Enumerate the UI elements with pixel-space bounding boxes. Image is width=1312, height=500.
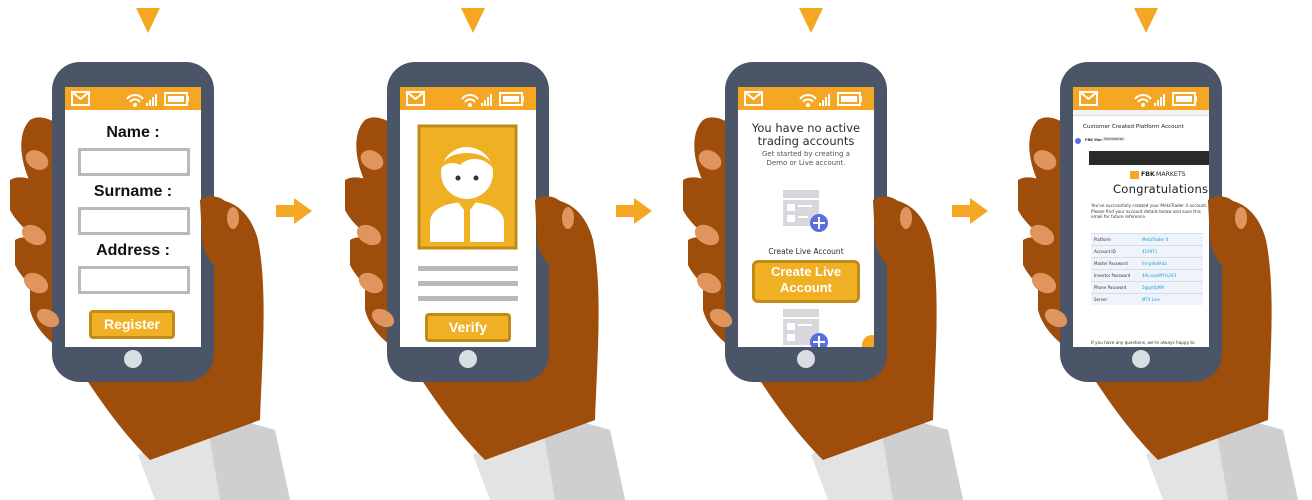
step-create-account-panel: You have no active trading accounts Get … (673, 0, 1003, 500)
hand-thumb (21, 150, 239, 328)
arrow-right-icon (616, 198, 652, 224)
registration-flow-diagram: Name : Surname : Address : Register Veri… (0, 0, 1312, 500)
hand-thumb (356, 150, 574, 328)
arrow-right-icon (276, 198, 312, 224)
hand-thumb (1029, 150, 1247, 328)
arrow-right-icon (952, 198, 988, 224)
step-confirmation-email-panel: Customer Created Platform Account FBK Ma… (1008, 0, 1312, 500)
step-verify-panel: Verify (335, 0, 665, 500)
hand-thumb (694, 150, 912, 328)
step-register-panel: Name : Surname : Address : Register (0, 0, 330, 500)
thumbnail-icon (227, 207, 239, 229)
